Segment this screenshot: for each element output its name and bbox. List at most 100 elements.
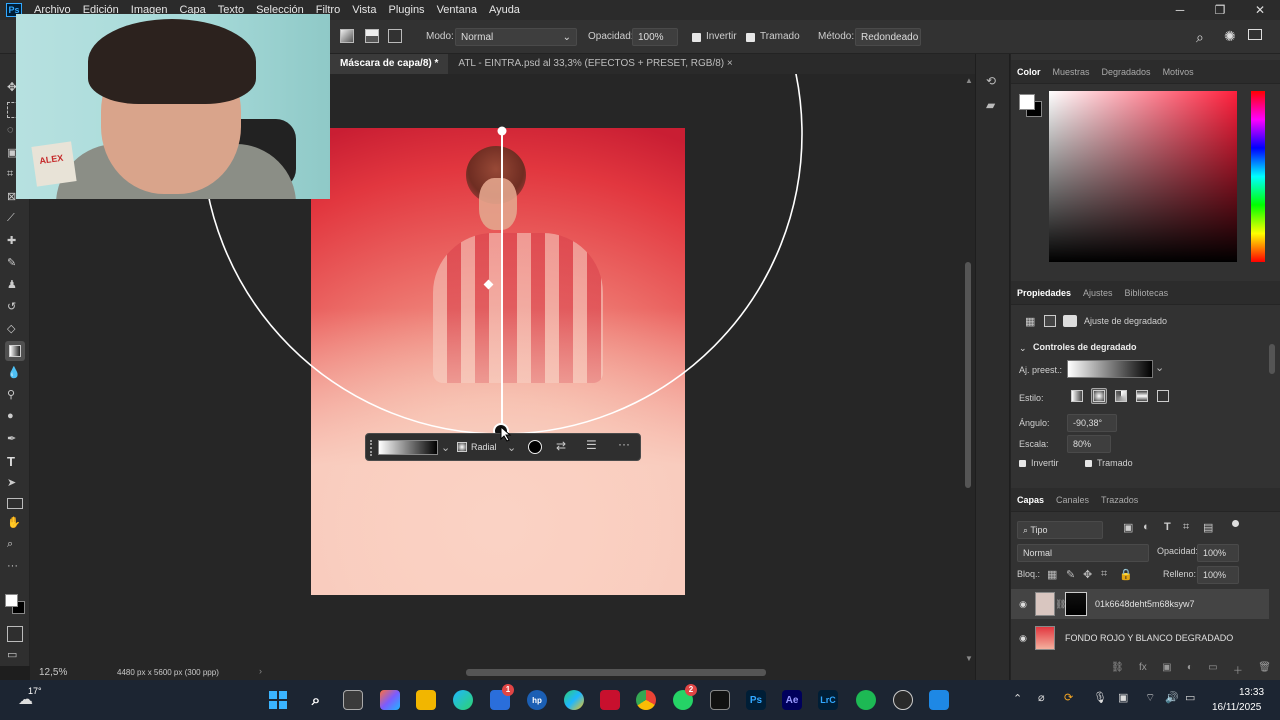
tab-patterns[interactable]: Motivos <box>1157 60 1200 84</box>
menu-ayuda[interactable]: Ayuda <box>483 4 526 16</box>
layer-row[interactable]: ◉ ⛓ 01k6648deht5m68ksyw7 <box>1011 589 1269 619</box>
linear-style-icon[interactable] <box>1071 390 1083 402</box>
paint-app-icon[interactable] <box>929 690 949 710</box>
zoom-level[interactable]: 12,5% <box>39 667 67 678</box>
lock-pixels-icon[interactable]: ▦ <box>1047 568 1057 581</box>
reverse-icon[interactable]: ⇄ <box>556 439 566 453</box>
lock-position-icon[interactable]: ✥ <box>1083 568 1092 581</box>
blur-tool-icon[interactable]: 💧 <box>7 366 23 382</box>
capcut-icon[interactable] <box>710 690 730 710</box>
filter-pixel-icon[interactable]: ▣ <box>1123 521 1133 534</box>
tab-atl-eintra[interactable]: ATL - EINTRA.psd al 33,3% (EFECTOS + PRE… <box>448 54 742 74</box>
more-tools-icon[interactable]: ··· <box>7 560 23 576</box>
more-options-icon[interactable]: ··· <box>618 437 630 451</box>
vertical-scrollbar[interactable]: ▲ ▼ <box>962 74 975 666</box>
blend-mode-select[interactable]: Normal <box>1017 544 1149 562</box>
dither-checkbox[interactable] <box>1085 460 1092 467</box>
angle-input[interactable]: -90,38° <box>1067 414 1117 432</box>
pen-tool-icon[interactable]: ✒ <box>7 432 23 448</box>
layer-icon[interactable] <box>1044 315 1056 327</box>
menu-plugins[interactable]: Plugins <box>382 4 430 16</box>
after-effects-icon[interactable]: Ae <box>782 690 802 710</box>
menu-ventana[interactable]: Ventana <box>431 4 483 16</box>
screen-mode-icon[interactable]: ▭ <box>7 648 23 664</box>
hue-slider[interactable] <box>1251 91 1265 262</box>
close-button[interactable]: ✕ <box>1240 0 1280 20</box>
diamond-style-icon[interactable] <box>1157 390 1169 402</box>
lock-paint-icon[interactable]: ✎ <box>1066 568 1075 581</box>
reflected-style-icon[interactable] <box>1136 390 1148 402</box>
gradient-tool-icon[interactable] <box>5 341 25 361</box>
chevron-up-icon[interactable]: ⌃ <box>1013 692 1022 705</box>
whatsapp-icon[interactable]: 2 <box>673 684 697 710</box>
type-tool-icon[interactable]: T <box>7 454 23 470</box>
tab-properties[interactable]: Propiedades <box>1011 281 1077 305</box>
healing-brush-icon[interactable]: ✚ <box>7 234 23 250</box>
history-panel-icon[interactable]: ⟲ <box>986 74 996 88</box>
gradient-style-icon[interactable] <box>388 29 402 43</box>
search-icon[interactable]: ⌕ <box>1196 29 1204 46</box>
dither-checkbox[interactable] <box>746 33 755 42</box>
lightroom-classic-icon[interactable]: LrC <box>818 690 838 710</box>
tab-gradients[interactable]: Degradados <box>1096 60 1157 84</box>
tab-channels[interactable]: Canales <box>1050 488 1095 512</box>
restore-button[interactable]: ❐ <box>1200 0 1240 20</box>
rectangle-tool-icon[interactable] <box>7 498 23 509</box>
filter-adjustment-icon[interactable]: ◐ <box>1143 521 1150 533</box>
lock-artboard-icon[interactable]: ⌗ <box>1101 568 1107 581</box>
gradient-preview[interactable] <box>378 440 438 455</box>
task-view-icon[interactable] <box>343 690 363 710</box>
mask-icon[interactable] <box>1063 315 1077 327</box>
trash-icon[interactable]: 🗑 <box>1258 662 1271 676</box>
drag-handle-icon[interactable] <box>370 440 374 456</box>
lightbulb-icon[interactable]: ✺ <box>1224 28 1236 45</box>
filter-shape-icon[interactable]: ⌗ <box>1183 521 1189 534</box>
layer-row[interactable]: ◉ FONDO ROJO Y BLANCO DEGRADADO <box>1011 623 1269 653</box>
wifi-icon[interactable]: ⌔ <box>1145 691 1155 705</box>
quick-mask-icon[interactable] <box>7 626 23 642</box>
tray-device-icon[interactable]: ▣ <box>1118 691 1128 704</box>
opacity-input[interactable]: 100% <box>632 28 678 46</box>
method-select[interactable]: Redondeado <box>855 28 921 46</box>
tab-layers[interactable]: Capas <box>1011 488 1050 512</box>
tab-color[interactable]: Color <box>1011 60 1047 84</box>
tray-app-icon[interactable]: ⌀ <box>1038 691 1045 704</box>
properties-scroll-thumb[interactable] <box>1269 344 1275 374</box>
eye-icon[interactable]: ◉ <box>1011 633 1035 644</box>
hp-icon[interactable]: hp <box>527 690 547 710</box>
foreground-color-swatch[interactable] <box>1019 94 1035 110</box>
stamp-tool-icon[interactable]: ♟ <box>7 278 23 294</box>
foreground-color-swatch[interactable] <box>5 594 18 607</box>
tab-swatches[interactable]: Muestras <box>1047 60 1096 84</box>
invert-checkbox[interactable] <box>692 33 701 42</box>
colorful-app-icon[interactable] <box>564 690 584 710</box>
battery-icon[interactable]: ▭ <box>1185 691 1195 704</box>
volume-icon[interactable]: 🔊 <box>1165 691 1179 704</box>
chevron-down-icon[interactable]: ⌄ <box>1019 343 1027 354</box>
layer-opacity-input[interactable]: 100% <box>1197 544 1239 562</box>
chrome-icon[interactable] <box>636 690 656 710</box>
fill-input[interactable]: 100% <box>1197 566 1239 584</box>
mcafee-icon[interactable] <box>600 690 620 710</box>
tab-libraries[interactable]: Bibliotecas <box>1119 281 1175 305</box>
radial-style-button[interactable] <box>1091 388 1107 404</box>
tab-adjustments[interactable]: Ajustes <box>1077 281 1119 305</box>
mode-select[interactable]: Normal ⌄ <box>455 28 577 46</box>
layer-mask-thumbnail[interactable] <box>1065 592 1087 616</box>
dodge-tool-icon[interactable]: ⚲ <box>7 388 23 404</box>
filter-type-icon[interactable]: T <box>1164 521 1171 533</box>
zoom-tool-icon[interactable]: ⌕ <box>7 538 23 554</box>
dodge-tool-icon[interactable]: ● <box>7 410 23 426</box>
link-layers-icon[interactable]: ⛓ <box>1111 662 1124 676</box>
horizontal-scroll-thumb[interactable] <box>466 669 766 676</box>
gradient-style-icon[interactable] <box>365 29 379 43</box>
copilot-icon[interactable] <box>380 690 400 710</box>
tab-paths[interactable]: Trazados <box>1095 488 1144 512</box>
eye-icon[interactable]: ◉ <box>1011 599 1035 610</box>
windows-start-icon[interactable] <box>268 690 288 710</box>
workspace-icon[interactable] <box>1248 29 1262 40</box>
hand-tool-icon[interactable]: ✋ <box>7 516 23 532</box>
obs-icon[interactable] <box>893 690 913 710</box>
gradient-preset-picker[interactable] <box>1067 360 1153 378</box>
filter-toggle-icon[interactable] <box>1232 520 1239 527</box>
